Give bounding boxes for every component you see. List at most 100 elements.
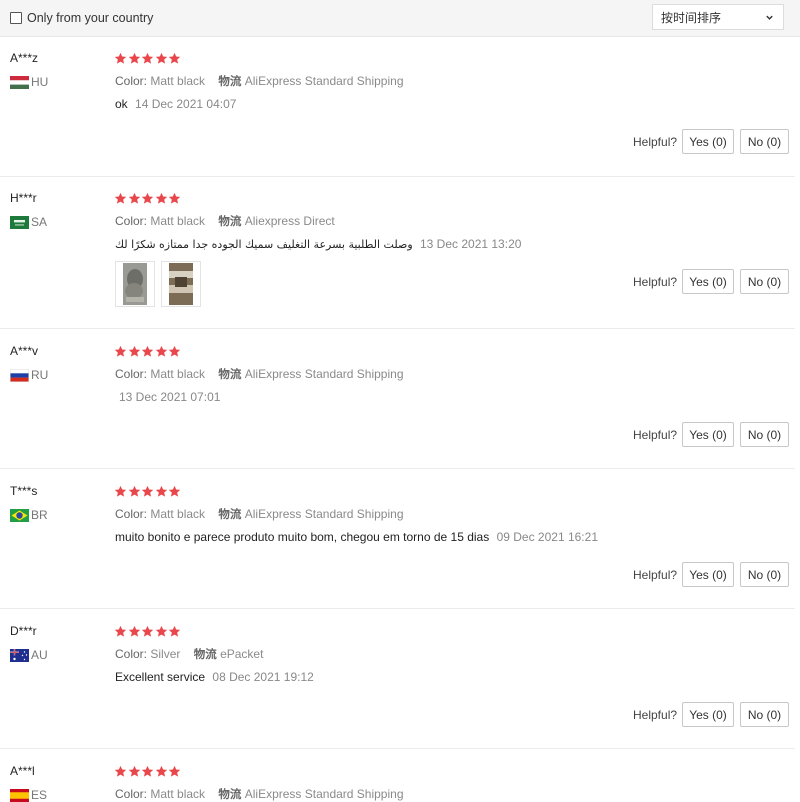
helpful-yes-button[interactable]: Yes (0) [682, 702, 734, 727]
color-value: Silver [150, 647, 181, 661]
reviewer-country: RU [10, 368, 48, 382]
shipping-key: 物流 [218, 367, 242, 381]
product-photo-1 [123, 263, 147, 305]
star-icon [114, 625, 127, 637]
helpful-no-button[interactable]: No (0) [740, 269, 789, 294]
reviewer-country: SA [10, 215, 47, 229]
star-icon [141, 345, 154, 357]
filter-bar: Only from your country 按时间排序 [0, 0, 800, 37]
review-date: 14 Dec 2021 04:07 [135, 97, 237, 111]
shipping-key: 物流 [218, 787, 242, 801]
star-icon [141, 765, 154, 777]
shipping-value: AliExpress Standard Shipping [244, 507, 404, 521]
helpful-no-button[interactable]: No (0) [740, 562, 789, 587]
reviewer-country: BR [10, 508, 48, 522]
helpful-no-button[interactable]: No (0) [740, 422, 789, 447]
star-rating [114, 625, 182, 638]
star-icon [155, 345, 167, 357]
comment-text: muito bonito e parece produto muito bom,… [115, 530, 490, 544]
sort-select[interactable]: 按时间排序 [652, 4, 784, 30]
color-value: Matt black [150, 507, 206, 521]
star-icon [128, 52, 140, 64]
country-filter-label[interactable]: Only from your country [27, 11, 153, 25]
review-meta: Color: Matt black 物流 AliExpress Standard… [115, 366, 404, 382]
star-icon [114, 765, 127, 777]
reviewer-name: A***l [10, 764, 35, 778]
shipping-value: AliExpress Standard Shipping [244, 367, 404, 381]
review-divider [0, 608, 795, 609]
reviewer-country: HU [10, 75, 48, 89]
star-rating [114, 345, 182, 358]
helpful-yes-button[interactable]: Yes (0) [682, 129, 734, 154]
star-rating [114, 52, 182, 65]
star-rating [114, 485, 182, 498]
star-icon [141, 192, 154, 204]
helpful-label: Helpful? [633, 275, 678, 289]
helpful-yes-button[interactable]: Yes (0) [682, 562, 734, 587]
star-icon [128, 485, 140, 497]
helpful-label: Helpful? [633, 708, 678, 722]
review-divider [0, 748, 795, 749]
hungary-flag-icon [10, 75, 29, 89]
helpful-yes-button[interactable]: Yes (0) [682, 269, 734, 294]
review-photo-thumbnail[interactable] [115, 261, 155, 307]
helpful-label: Helpful? [633, 568, 678, 582]
review-comment: 13 Dec 2021 07:01 [115, 390, 220, 404]
review-comment: Excellent service 08 Dec 2021 19:12 [115, 670, 314, 684]
star-icon [155, 52, 167, 64]
star-icon [114, 192, 127, 204]
star-icon [155, 765, 167, 777]
country-code: RU [31, 368, 49, 382]
star-icon [155, 625, 167, 637]
country-filter[interactable]: Only from your country [10, 9, 153, 27]
color-key: Color: [115, 74, 148, 88]
comment-text: ok [115, 97, 128, 111]
star-icon [141, 625, 154, 637]
review-comment: ok 14 Dec 2021 04:07 [115, 97, 236, 111]
color-value: Matt black [150, 74, 206, 88]
reviewer-country: AU [10, 648, 48, 662]
review-date: 08 Dec 2021 19:12 [212, 670, 314, 684]
review-comment: muito bonito e parece produto muito bom,… [115, 530, 598, 544]
chevron-down-icon [766, 15, 773, 20]
shipping-key: 物流 [218, 74, 242, 88]
review-comment: وصلت الطلبية بسرعة التغليف سميك الجوده ج… [115, 237, 521, 251]
comment-text: وصلت الطلبية بسرعة التغليف سميك الجوده ج… [115, 238, 413, 251]
star-icon [168, 345, 181, 357]
shipping-key: 物流 [193, 647, 217, 661]
shipping-key: 物流 [218, 507, 242, 521]
shipping-value: Aliexpress Direct [244, 214, 335, 228]
review-meta: Color: Matt black 物流 Aliexpress Direct [115, 213, 335, 229]
review-meta: Color: Matt black 物流 AliExpress Standard… [115, 73, 404, 89]
review-date: 09 Dec 2021 16:21 [496, 530, 598, 544]
review-photo-thumbnail[interactable] [161, 261, 201, 307]
country-code: BR [31, 508, 48, 522]
sort-selected-label: 按时间排序 [661, 10, 722, 25]
russia-flag-icon [10, 368, 29, 382]
saudi-arabia-flag-icon [10, 215, 29, 229]
helpful-no-button[interactable]: No (0) [740, 129, 789, 154]
reviewer-name: A***z [10, 51, 39, 65]
star-icon [141, 485, 154, 497]
comment-text: Excellent service [115, 670, 206, 684]
country-filter-checkbox[interactable] [10, 12, 22, 24]
product-photo-2 [169, 263, 193, 305]
review-divider [0, 328, 795, 329]
star-icon [128, 765, 140, 777]
star-icon [114, 345, 127, 357]
color-value: Matt black [150, 787, 206, 801]
helpful-no-button[interactable]: No (0) [740, 702, 789, 727]
color-key: Color: [115, 787, 148, 801]
star-icon [141, 52, 154, 64]
helpful-yes-button[interactable]: Yes (0) [682, 422, 734, 447]
review-photos [115, 261, 207, 307]
shipping-value: ePacket [220, 647, 264, 661]
star-icon [168, 625, 181, 637]
color-key: Color: [115, 367, 148, 381]
star-rating [114, 765, 182, 778]
shipping-key: 物流 [218, 214, 242, 228]
color-key: Color: [115, 647, 148, 661]
color-key: Color: [115, 214, 148, 228]
shipping-value: AliExpress Standard Shipping [244, 74, 404, 88]
star-icon [128, 625, 140, 637]
